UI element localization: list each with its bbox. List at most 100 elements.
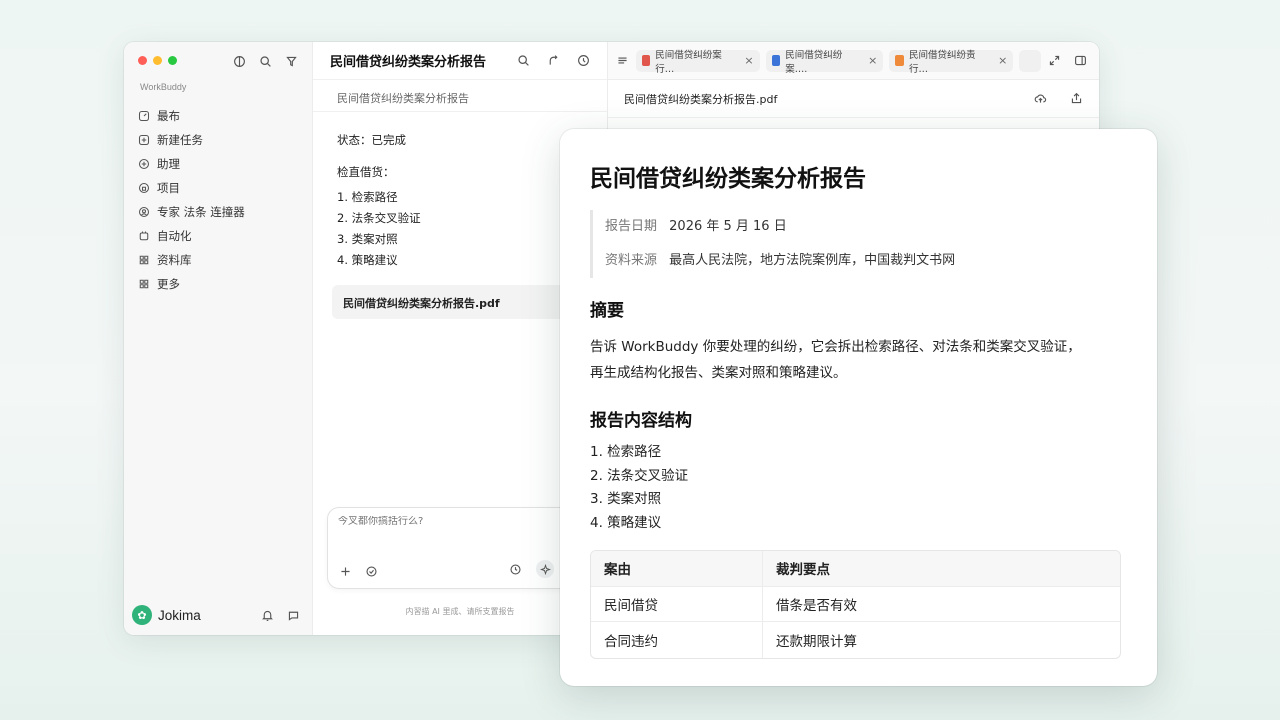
table-cell: 还款期限计算 (776, 633, 857, 650)
close-icon[interactable]: × (998, 54, 1007, 67)
library-icon (139, 255, 149, 265)
conversation-subtitle: 民间借贷纠纷类案分析报告 (313, 80, 607, 112)
brand-logo-icon: ✿ (132, 605, 152, 625)
close-icon[interactable]: × (744, 54, 753, 67)
composer-input[interactable] (338, 516, 558, 527)
status-text: 状态：已完成 (337, 133, 406, 147)
column-header: 裁判要点 (763, 551, 1120, 587)
cloud-upload-icon[interactable] (1033, 92, 1047, 106)
tab-file-2[interactable]: 民间借贷纠纷案…. × (765, 49, 884, 75)
table-row: 民间借贷 借条是否有效 (591, 586, 1120, 622)
sidebar-item-projects[interactable]: 项目 (138, 176, 303, 200)
list-item: 1. 检索路径 (590, 444, 662, 460)
plus-square-icon (138, 134, 150, 146)
table-cell: 合同违约 (591, 622, 763, 658)
report-date: 报告日期 2026 年 5 月 16 日 (605, 210, 1121, 244)
sidebar-item-assistant[interactable]: 助理 (138, 152, 303, 176)
filter-icon[interactable] (284, 54, 298, 68)
attachment-file[interactable]: 民间借贷纠纷类案分析报告.pdf (332, 285, 592, 319)
summary-line: 再生成结构化报告、类案对照和策略建议。 (590, 365, 847, 381)
history-icon[interactable] (576, 54, 590, 68)
report-document: 民间借贷纠纷类案分析报告 报告日期 2026 年 5 月 16 日 资料来源 最… (560, 129, 1157, 686)
sidebar-item-label: 新建任务 (157, 133, 203, 147)
sidebar-item-label: 助理 (157, 157, 180, 171)
sidebar-item-library[interactable]: 资料库 (138, 248, 303, 272)
close-window-button[interactable] (138, 56, 147, 65)
folder-icon (138, 182, 150, 194)
minimize-window-button[interactable] (153, 56, 162, 65)
branch-icon[interactable] (546, 54, 560, 68)
report-source: 资料来源 最高人民法院，地方法院案例库，中国裁判文书网 (605, 244, 1121, 278)
expert-icon (138, 206, 150, 218)
sidebar-toggle-icon[interactable] (232, 54, 246, 68)
menu-icon[interactable] (616, 54, 630, 68)
assistant-icon (138, 158, 150, 170)
sidebar: WorkBuddy 最布 新建任务 助理 项目 专家 法条 连撞器 自动化 资料… (124, 42, 313, 635)
check-circle-icon[interactable] (364, 564, 378, 578)
file-header: 民间借贷纠纷类案分析报告.pdf (608, 80, 1099, 118)
sparkle-icon[interactable] (536, 560, 554, 578)
summary-heading: 摘要 (590, 301, 624, 321)
window-controls (138, 56, 177, 65)
step-list: 1. 检索路径 2. 法条交叉验证 3. 类案对照 4. 策略建议 (337, 187, 583, 271)
summary-line: 告诉 WorkBuddy 你要处理的纠纷，它会拆出检索路径、对法条和类案交叉验证… (590, 339, 1081, 355)
sidebar-item-label: 更多 (157, 277, 180, 291)
sidebar-item-dashboard[interactable]: 最布 (138, 104, 303, 128)
timer-icon[interactable] (508, 562, 522, 576)
meta-value: 2026 年 5 月 16 日 (669, 219, 787, 234)
tab-overflow[interactable] (1019, 49, 1041, 72)
sidebar-toolbar (232, 54, 298, 68)
sidebar-item-automation[interactable]: 自动化 (138, 224, 303, 248)
message-composer (327, 507, 595, 589)
case-table: 案由 裁判要点 民间借贷 借条是否有效 合同违约 还款期限计算 (590, 550, 1121, 659)
expand-icon[interactable] (1047, 54, 1061, 68)
sidebar-item-more[interactable]: 更多 (138, 272, 303, 296)
table-cell: 民间借贷 (591, 586, 763, 622)
sidebar-footer: ✿ Jokima (132, 605, 300, 625)
table-header-row: 案由 裁判要点 (591, 551, 1120, 587)
list-item: 4. 策略建议 (337, 253, 398, 267)
report-meta: 报告日期 2026 年 5 月 16 日 资料来源 最高人民法院，地方法院案例库… (590, 210, 1121, 278)
search-icon[interactable] (258, 54, 272, 68)
sidebar-item-experts[interactable]: 专家 法条 连撞器 (138, 200, 303, 224)
gauge-icon (138, 110, 150, 122)
chat-icon[interactable] (286, 608, 300, 622)
bell-icon[interactable] (260, 608, 274, 622)
list-item: 4. 策略建议 (590, 514, 662, 531)
tab-label: 民间借贷纠纷责行… (908, 49, 976, 75)
meta-label: 报告日期 (605, 219, 658, 234)
brand-name: Jokima (158, 607, 201, 623)
add-icon[interactable] (338, 564, 352, 578)
automation-icon (139, 231, 149, 241)
meta-value: 最高人民法院，地方法院案例库，中国裁判文书网 (669, 253, 956, 268)
panel-icon[interactable] (1073, 54, 1087, 68)
tab-file-3[interactable]: 民间借贷纠纷责行… × (889, 49, 1014, 75)
conversation-header: 民间借贷纠纷类案分析报告 (313, 42, 607, 80)
sidebar-item-label: 自动化 (157, 229, 192, 243)
tab-label: 民间借贷纠纷案行… (655, 49, 722, 75)
sidebar-item-label: 项目 (157, 181, 180, 195)
close-icon[interactable]: × (868, 54, 877, 67)
list-title: 检直借货： (337, 165, 395, 179)
share-icon[interactable] (1069, 92, 1083, 106)
zoom-window-button[interactable] (168, 56, 177, 65)
sidebar-item-new-task[interactable]: 新建任务 (138, 128, 303, 152)
pdf-file-icon (641, 55, 651, 66)
tab-file-1[interactable]: 民间借贷纠纷案行… × (635, 49, 760, 75)
table-row: 合同违约 还款期限计算 (591, 622, 1120, 658)
list-item: 1. 检索路径 (337, 190, 398, 204)
list-item: 3. 类案对照 (337, 232, 398, 246)
search-icon[interactable] (516, 54, 530, 68)
file-name: 民间借贷纠纷类案分析报告.pdf (624, 92, 778, 106)
sidebar-item-label: 专家 法条 连撞器 (157, 205, 245, 219)
list-item: 3. 类案对照 (590, 491, 662, 507)
structure-heading: 报告内容结构 (590, 411, 692, 431)
sidebar-item-label: 资料库 (157, 253, 192, 267)
document-title: 民间借贷纠纷类案分析报告 (590, 166, 866, 192)
tab-label: 民间借贷纠纷案…. (785, 49, 843, 75)
table-cell: 借条是否有效 (763, 587, 1120, 622)
slides-file-icon (895, 55, 904, 66)
meta-label: 资料来源 (605, 253, 658, 268)
summary-text: 告诉 WorkBuddy 你要处理的纠纷，它会拆出检索路径、对法条和类案交叉验证… (590, 334, 1121, 386)
tab-bar: 民间借贷纠纷案行… × 民间借贷纠纷案…. × 民间借贷纠纷责行… × (608, 42, 1099, 80)
